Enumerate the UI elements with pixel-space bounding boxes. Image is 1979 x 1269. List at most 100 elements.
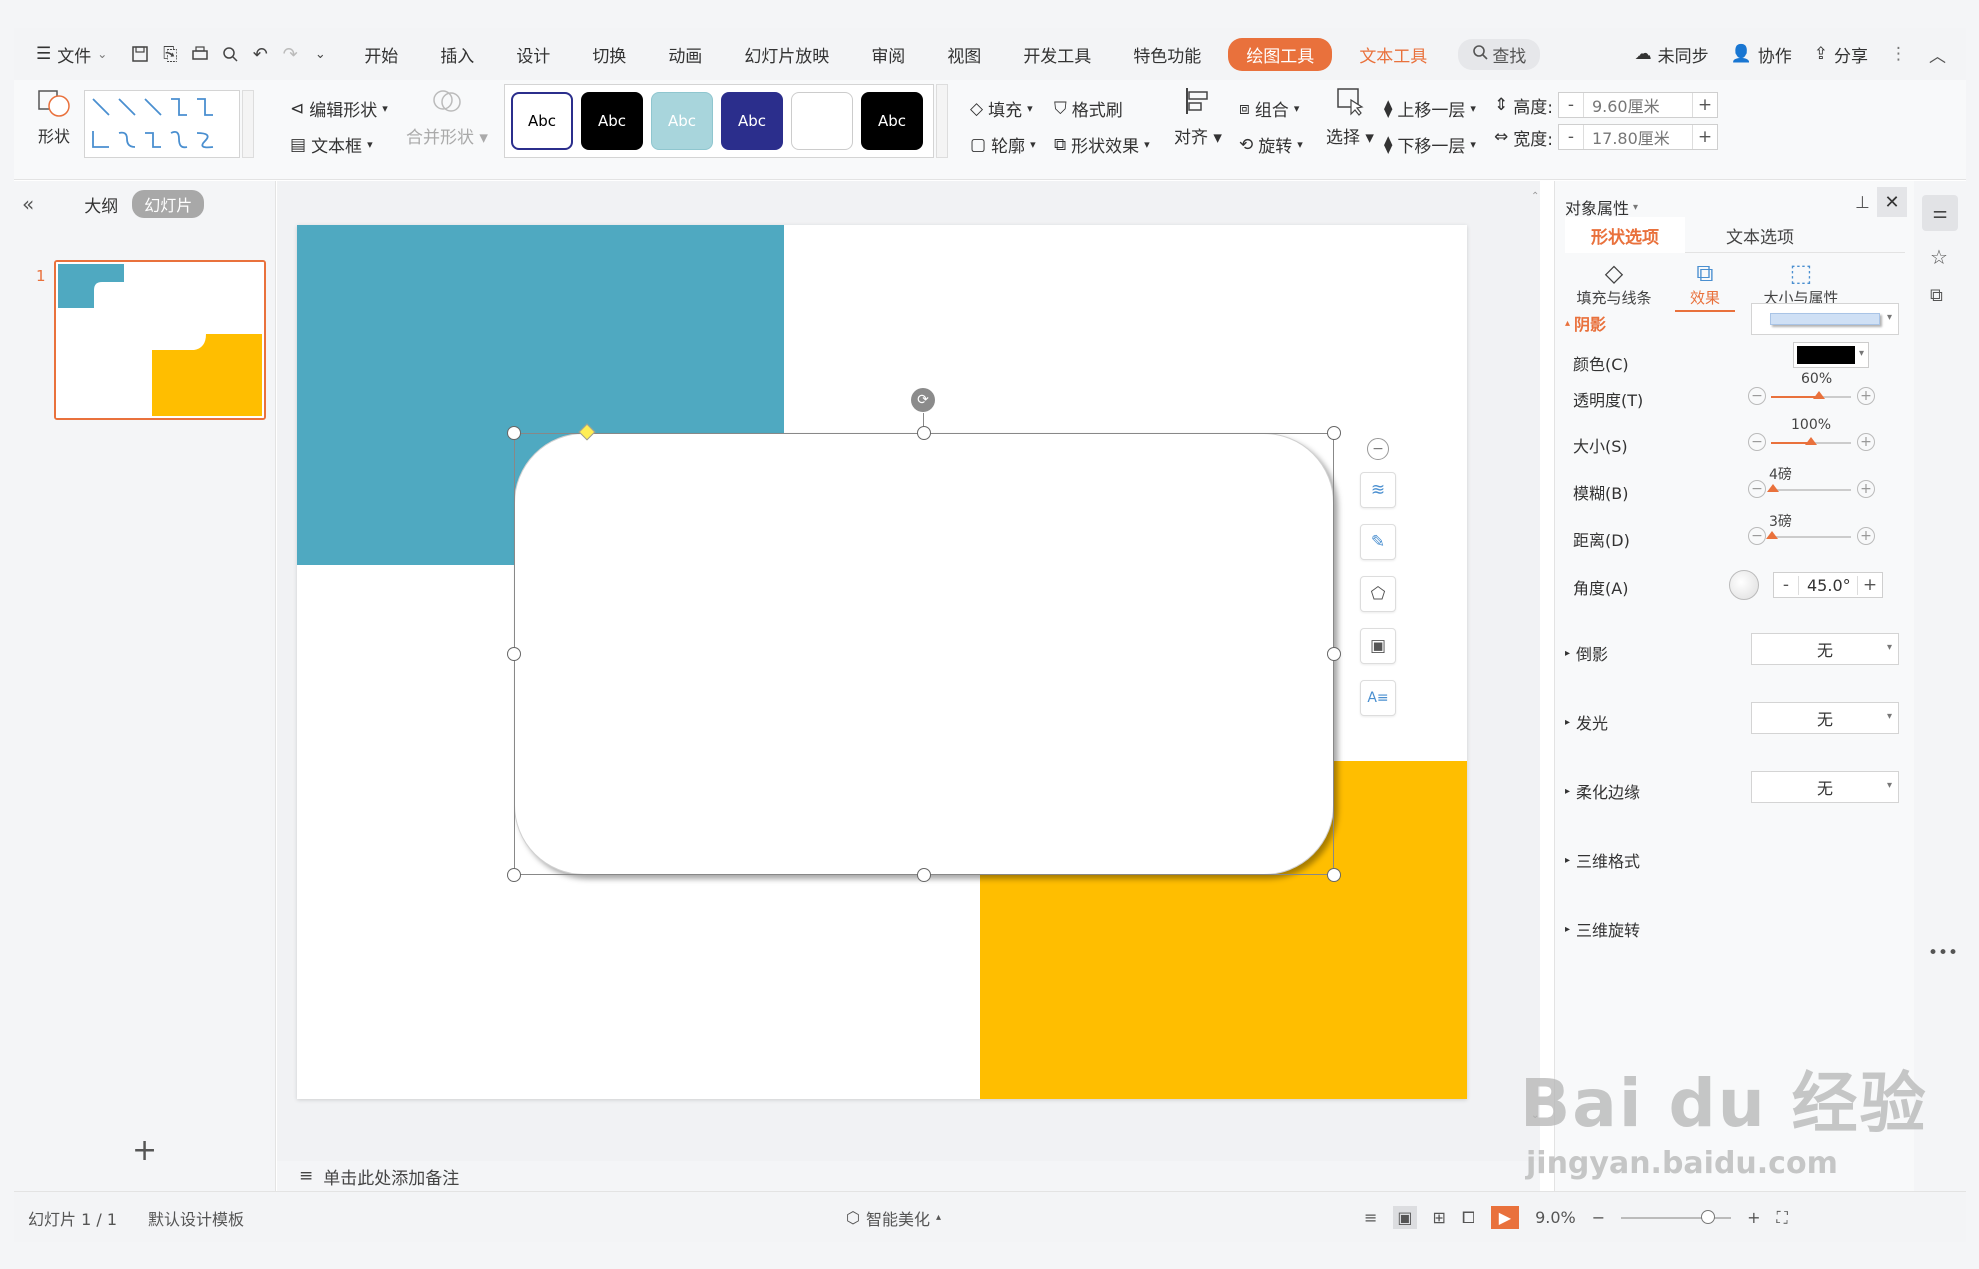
tab-home[interactable]: 开始 <box>343 42 419 67</box>
reflection-dropdown[interactable]: 无 ▾ <box>1751 633 1899 665</box>
transparency-thumb[interactable] <box>1813 391 1825 399</box>
style-swatch-black[interactable]: Abc <box>581 92 643 150</box>
zoom-in-icon[interactable]: + <box>1747 1208 1760 1227</box>
tab-slides[interactable]: 幻灯片 <box>132 190 205 218</box>
format-painter-button[interactable]: ⛉ 格式刷 <box>1054 96 1123 122</box>
resize-handle-tl[interactable] <box>507 426 521 440</box>
shadow-color-picker[interactable]: ▾ <box>1793 342 1869 368</box>
add-slide-button[interactable]: + <box>132 1133 157 1168</box>
blur-decrease[interactable]: − <box>1748 480 1766 498</box>
soft-edge-dropdown[interactable]: 无 ▾ <box>1751 771 1899 803</box>
bring-forward-button[interactable]: ⧫ 上移一层 ▾ <box>1384 96 1476 122</box>
tab-text-tools[interactable]: 文本工具 <box>1338 42 1448 67</box>
fill-float-button[interactable]: ⬠ <box>1360 576 1396 612</box>
angle-decrease[interactable]: - <box>1774 575 1798 595</box>
tab-outline[interactable]: 大纲 <box>84 192 118 217</box>
normal-view-icon[interactable]: ▣ <box>1393 1206 1417 1229</box>
outline-float-button[interactable]: ▣ <box>1360 628 1396 664</box>
angle-dial[interactable] <box>1729 570 1759 600</box>
tab-design[interactable]: 设计 <box>495 42 571 67</box>
style-swatch-lightblue[interactable]: Abc <box>651 92 713 150</box>
layers-float-button[interactable]: ≋ <box>1360 472 1396 508</box>
distance-increase[interactable]: + <box>1857 527 1875 545</box>
copy-icon[interactable]: ⧉ <box>1930 285 1943 306</box>
outline-button[interactable]: ▢ 轮廓 ▾ <box>970 132 1036 158</box>
shape-gallery[interactable] <box>84 90 240 158</box>
size-thumb[interactable] <box>1805 437 1817 445</box>
resize-handle-br[interactable] <box>1327 868 1341 882</box>
tab-shape-options[interactable]: 形状选项 <box>1565 217 1685 253</box>
save-icon[interactable] <box>129 43 151 65</box>
style-gallery-scroll[interactable] <box>936 84 948 158</box>
collab-button[interactable]: 👤 协作 <box>1731 42 1792 67</box>
properties-tool-button[interactable]: ⚌ <box>1922 195 1958 231</box>
resize-handle-tc[interactable] <box>917 426 931 440</box>
text-float-button[interactable]: A≡ <box>1360 680 1396 716</box>
more-horizontal-icon[interactable]: ••• <box>1928 943 1958 963</box>
height-spinner[interactable]: - 9.60厘米 + <box>1557 92 1718 118</box>
panel-title[interactable]: 对象属性 ▾ <box>1565 195 1638 219</box>
height-increase[interactable]: + <box>1693 95 1717 115</box>
subtab-effect[interactable]: ⧉ 效果 <box>1675 259 1735 312</box>
zoom-thumb[interactable] <box>1701 1209 1716 1224</box>
fit-window-icon[interactable]: ⛶ <box>1777 1208 1788 1228</box>
customize-icon[interactable]: ⌄ <box>309 43 331 65</box>
tab-text-options[interactable]: 文本选项 <box>1705 217 1815 253</box>
pen-float-button[interactable]: ✎ <box>1360 524 1396 560</box>
pin-icon[interactable]: ⊥ <box>1855 193 1870 213</box>
angle-increase[interactable]: + <box>1858 575 1882 595</box>
angle-spinner[interactable]: - 45.0° + <box>1773 572 1883 598</box>
tab-developer[interactable]: 开发工具 <box>1002 42 1112 67</box>
resize-handle-bl[interactable] <box>507 868 521 882</box>
style-swatch-white[interactable] <box>791 92 853 150</box>
subtab-size[interactable]: ⬚ 大小与属性 <box>1751 259 1851 308</box>
resize-handle-mr[interactable] <box>1327 647 1341 661</box>
shape-effect-button[interactable]: ⧉ 形状效果 ▾ <box>1054 132 1150 158</box>
tab-review[interactable]: 审阅 <box>850 42 926 67</box>
glow-section-header[interactable]: ▸ 发光 <box>1565 710 1608 734</box>
size-increase[interactable]: + <box>1857 433 1875 451</box>
resize-handle-tr[interactable] <box>1327 426 1341 440</box>
width-increase[interactable]: + <box>1693 127 1717 147</box>
more-vertical-icon[interactable]: ⋮ <box>1890 44 1907 64</box>
notes-bar[interactable]: ≡ 单击此处添加备注 <box>277 1161 1540 1191</box>
share-button[interactable]: ⇪ 分享 <box>1814 42 1868 67</box>
zoom-out-icon[interactable]: − <box>1592 1208 1605 1227</box>
transparency-decrease[interactable]: − <box>1748 387 1766 405</box>
merge-shape-button[interactable]: 合并形状 ▾ <box>406 86 488 148</box>
star-icon[interactable]: ☆ <box>1930 245 1948 269</box>
template-name[interactable]: 默认设计模板 <box>148 1192 244 1243</box>
shape-button[interactable]: 形状 <box>30 88 78 147</box>
height-value[interactable]: 9.60厘米 <box>1582 93 1693 117</box>
resize-handle-bc[interactable] <box>917 868 931 882</box>
width-value[interactable]: 17.80厘米 <box>1582 125 1693 149</box>
shadow-preset-dropdown[interactable]: ▾ <box>1751 303 1899 335</box>
canvas-scrollbar[interactable]: ⌃ ⌄ <box>1526 181 1540 1161</box>
collapse-pane-icon[interactable]: « <box>22 192 34 216</box>
collapse-ribbon-icon[interactable]: ︿ <box>1929 42 1946 67</box>
group-button[interactable]: ⧈ 组合 ▾ <box>1239 96 1299 122</box>
soft-edge-section-header[interactable]: ▸ 柔化边缘 <box>1565 779 1640 803</box>
style-swatch-black-2[interactable]: Abc <box>861 92 923 150</box>
export-icon[interactable]: ⎘ <box>159 43 181 65</box>
3d-rotation-section-header[interactable]: ▸ 三维旋转 <box>1565 917 1640 941</box>
grid-view-icon[interactable]: ⊞ <box>1433 1208 1446 1227</box>
rotate-handle[interactable]: ⟳ <box>911 388 935 412</box>
tab-special[interactable]: 特色功能 <box>1112 42 1222 67</box>
resize-handle-ml[interactable] <box>507 647 521 661</box>
tab-insert[interactable]: 插入 <box>419 42 495 67</box>
print-preview-icon[interactable] <box>219 43 241 65</box>
close-panel-icon[interactable]: ✕ <box>1877 187 1907 217</box>
edit-shape-button[interactable]: ⊲ 编辑形状 ▾ <box>290 96 388 122</box>
style-swatch-navy[interactable]: Abc <box>721 92 783 150</box>
3d-format-section-header[interactable]: ▸ 三维格式 <box>1565 848 1640 872</box>
shadow-section-header[interactable]: ▴ 阴影 <box>1565 311 1606 335</box>
collapse-float-icon[interactable]: − <box>1367 438 1389 460</box>
distance-thumb[interactable] <box>1766 531 1778 539</box>
glow-dropdown[interactable]: 无 ▾ <box>1751 702 1899 734</box>
rotate-button[interactable]: ⟲ 旋转 ▾ <box>1239 132 1303 158</box>
sync-status[interactable]: ☁ 未同步 <box>1635 42 1709 67</box>
search-button[interactable]: 查找 <box>1458 38 1541 70</box>
transparency-increase[interactable]: + <box>1857 387 1875 405</box>
zoom-slider[interactable] <box>1621 1209 1732 1224</box>
